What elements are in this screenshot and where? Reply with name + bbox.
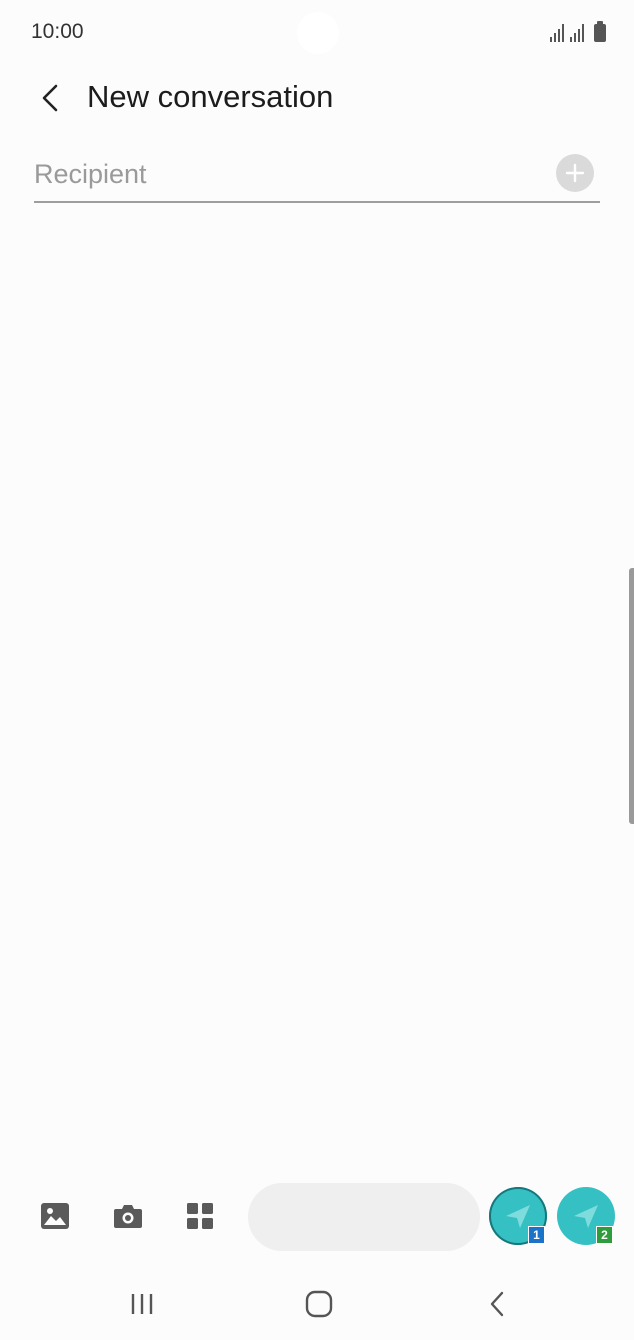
recent-apps-button[interactable] — [120, 1284, 164, 1324]
recipient-row — [34, 145, 600, 203]
signal-icon — [570, 22, 584, 42]
scroll-indicator[interactable] — [629, 568, 634, 824]
home-icon — [305, 1290, 333, 1318]
send-sim2-button[interactable]: 2 — [557, 1187, 615, 1245]
signal-icon — [550, 22, 564, 42]
gallery-icon — [41, 1203, 69, 1229]
plus-icon — [565, 163, 585, 183]
nav-back-button[interactable] — [475, 1284, 519, 1324]
recent-apps-icon — [131, 1294, 153, 1314]
back-button[interactable] — [28, 76, 72, 120]
status-bar: 10:00 — [0, 0, 634, 64]
recipient-input[interactable] — [34, 153, 534, 195]
apps-button[interactable] — [182, 1198, 218, 1234]
send-sim1-button[interactable]: 1 — [489, 1187, 547, 1245]
camera-cutout — [297, 12, 339, 54]
navigation-bar — [0, 1270, 634, 1340]
message-input[interactable] — [248, 1183, 480, 1251]
camera-icon — [114, 1205, 142, 1228]
status-icons — [550, 20, 606, 42]
sim2-badge: 2 — [596, 1226, 613, 1244]
battery-icon — [594, 21, 606, 42]
message-composer: 1 2 — [0, 1180, 634, 1254]
status-time: 10:00 — [31, 20, 84, 43]
sim1-badge: 1 — [528, 1226, 545, 1244]
back-icon — [490, 1291, 504, 1317]
gallery-button[interactable] — [37, 1198, 73, 1234]
page-title: New conversation — [87, 79, 334, 114]
apps-grid-icon — [187, 1203, 213, 1229]
chevron-left-icon — [42, 84, 58, 112]
app-header: New conversation — [0, 64, 634, 132]
home-button[interactable] — [297, 1284, 341, 1324]
add-contact-button[interactable] — [556, 154, 594, 192]
camera-button[interactable] — [110, 1198, 146, 1234]
